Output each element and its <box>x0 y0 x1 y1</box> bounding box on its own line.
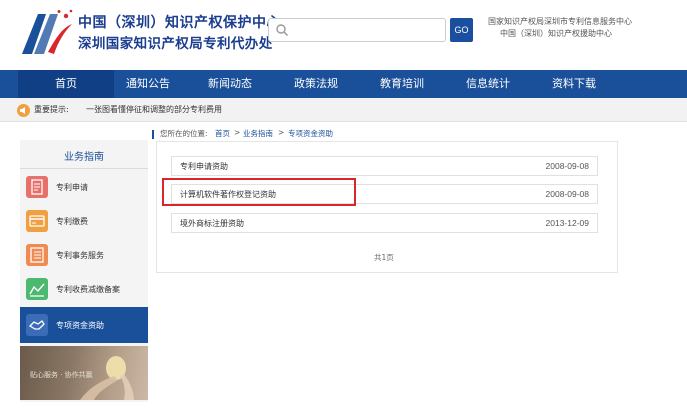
banner-text: 贴心服务 · 协作共赢 <box>30 371 93 379</box>
list-item-title[interactable]: 专利申请资助 <box>180 161 228 172</box>
sidebar-item-patent-services[interactable]: 专利事务服务 <box>20 239 148 273</box>
sidebar-divider <box>20 168 148 169</box>
breadcrumb-prefix: 您所在的位置: <box>160 129 208 138</box>
header-org-line1: 国家知识产权局深圳市专利信息服务中心 <box>488 17 632 26</box>
breadcrumb-separator: > <box>278 128 285 137</box>
search-box[interactable] <box>268 18 446 42</box>
sidebar-item-label: 专利缴费 <box>56 217 88 226</box>
notice-label: 重要提示: <box>34 105 69 114</box>
speaker-icon <box>17 104 30 117</box>
nav-training[interactable]: 教育培训 <box>354 70 450 98</box>
breadcrumb-marker <box>152 130 154 139</box>
card-icon <box>26 210 48 232</box>
nav-statistics[interactable]: 信息统计 <box>440 70 536 98</box>
sidebar-item-special-funds[interactable]: 专项资金资助 <box>20 307 148 343</box>
list-item[interactable]: 专利申请资助 2008-09-08 <box>171 156 598 176</box>
breadcrumb-home[interactable]: 首页 <box>215 128 230 139</box>
site-title-line2: 深圳国家知识产权局专利代办处 <box>78 36 273 52</box>
site-logo[interactable] <box>18 8 74 58</box>
search-input[interactable] <box>293 21 445 41</box>
nav-downloads[interactable]: 资料下载 <box>526 70 622 98</box>
pagination-info: 共1页 <box>374 253 394 262</box>
breadcrumb-separator: > <box>234 128 241 137</box>
site-title-line1: 中国（深圳）知识产权保护中心 <box>78 15 281 31</box>
sidebar-item-label: 专利事务服务 <box>56 251 104 260</box>
sidebar-item-label: 专利申请 <box>56 183 88 192</box>
breadcrumb-current[interactable]: 专项资金资助 <box>288 128 333 139</box>
highlight-box <box>162 178 356 206</box>
notice-link[interactable]: 一张图看懂停征和调整的部分专利费用 <box>86 104 222 115</box>
chart-icon <box>26 278 48 300</box>
nav-news[interactable]: 新闻动态 <box>182 70 278 98</box>
list-item-date: 2008-09-08 <box>545 161 589 171</box>
sidebar-item-patent-application[interactable]: 专利申请 <box>20 171 148 205</box>
document-icon <box>26 176 48 198</box>
header-org-line2: 中国（深圳）知识产权援助中心 <box>500 29 612 38</box>
sidebar-item-fee-reduction[interactable]: 专利收费减缴备案 <box>20 273 148 307</box>
search-go-button[interactable]: GO <box>450 18 473 42</box>
list-item[interactable]: 境外商标注册资助 2013-12-09 <box>171 213 598 233</box>
sidebar-title: 业务指南 <box>64 152 104 163</box>
list-item-date: 2008-09-08 <box>545 189 589 199</box>
notice-bar: 重要提示: 一张图看懂停征和调整的部分专利费用 <box>0 98 687 122</box>
main-nav: 首页 通知公告 新闻动态 政策法规 教育培训 信息统计 资料下载 <box>0 70 687 98</box>
search-icon <box>276 24 289 37</box>
list-icon <box>26 244 48 266</box>
handshake-icon <box>26 314 48 336</box>
sidebar-item-patent-fees[interactable]: 专利缴费 <box>20 205 148 239</box>
nav-policies[interactable]: 政策法规 <box>268 70 364 98</box>
sidebar-item-label: 专项资金资助 <box>56 321 104 330</box>
list-item-date: 2013-12-09 <box>545 218 589 228</box>
list-item-title[interactable]: 境外商标注册资助 <box>180 218 244 229</box>
breadcrumb-guide[interactable]: 业务指南 <box>243 128 273 139</box>
sidebar-banner[interactable]: 贴心服务 · 协作共赢 <box>20 346 148 400</box>
sidebar-item-label: 专利收费减缴备案 <box>56 285 120 294</box>
